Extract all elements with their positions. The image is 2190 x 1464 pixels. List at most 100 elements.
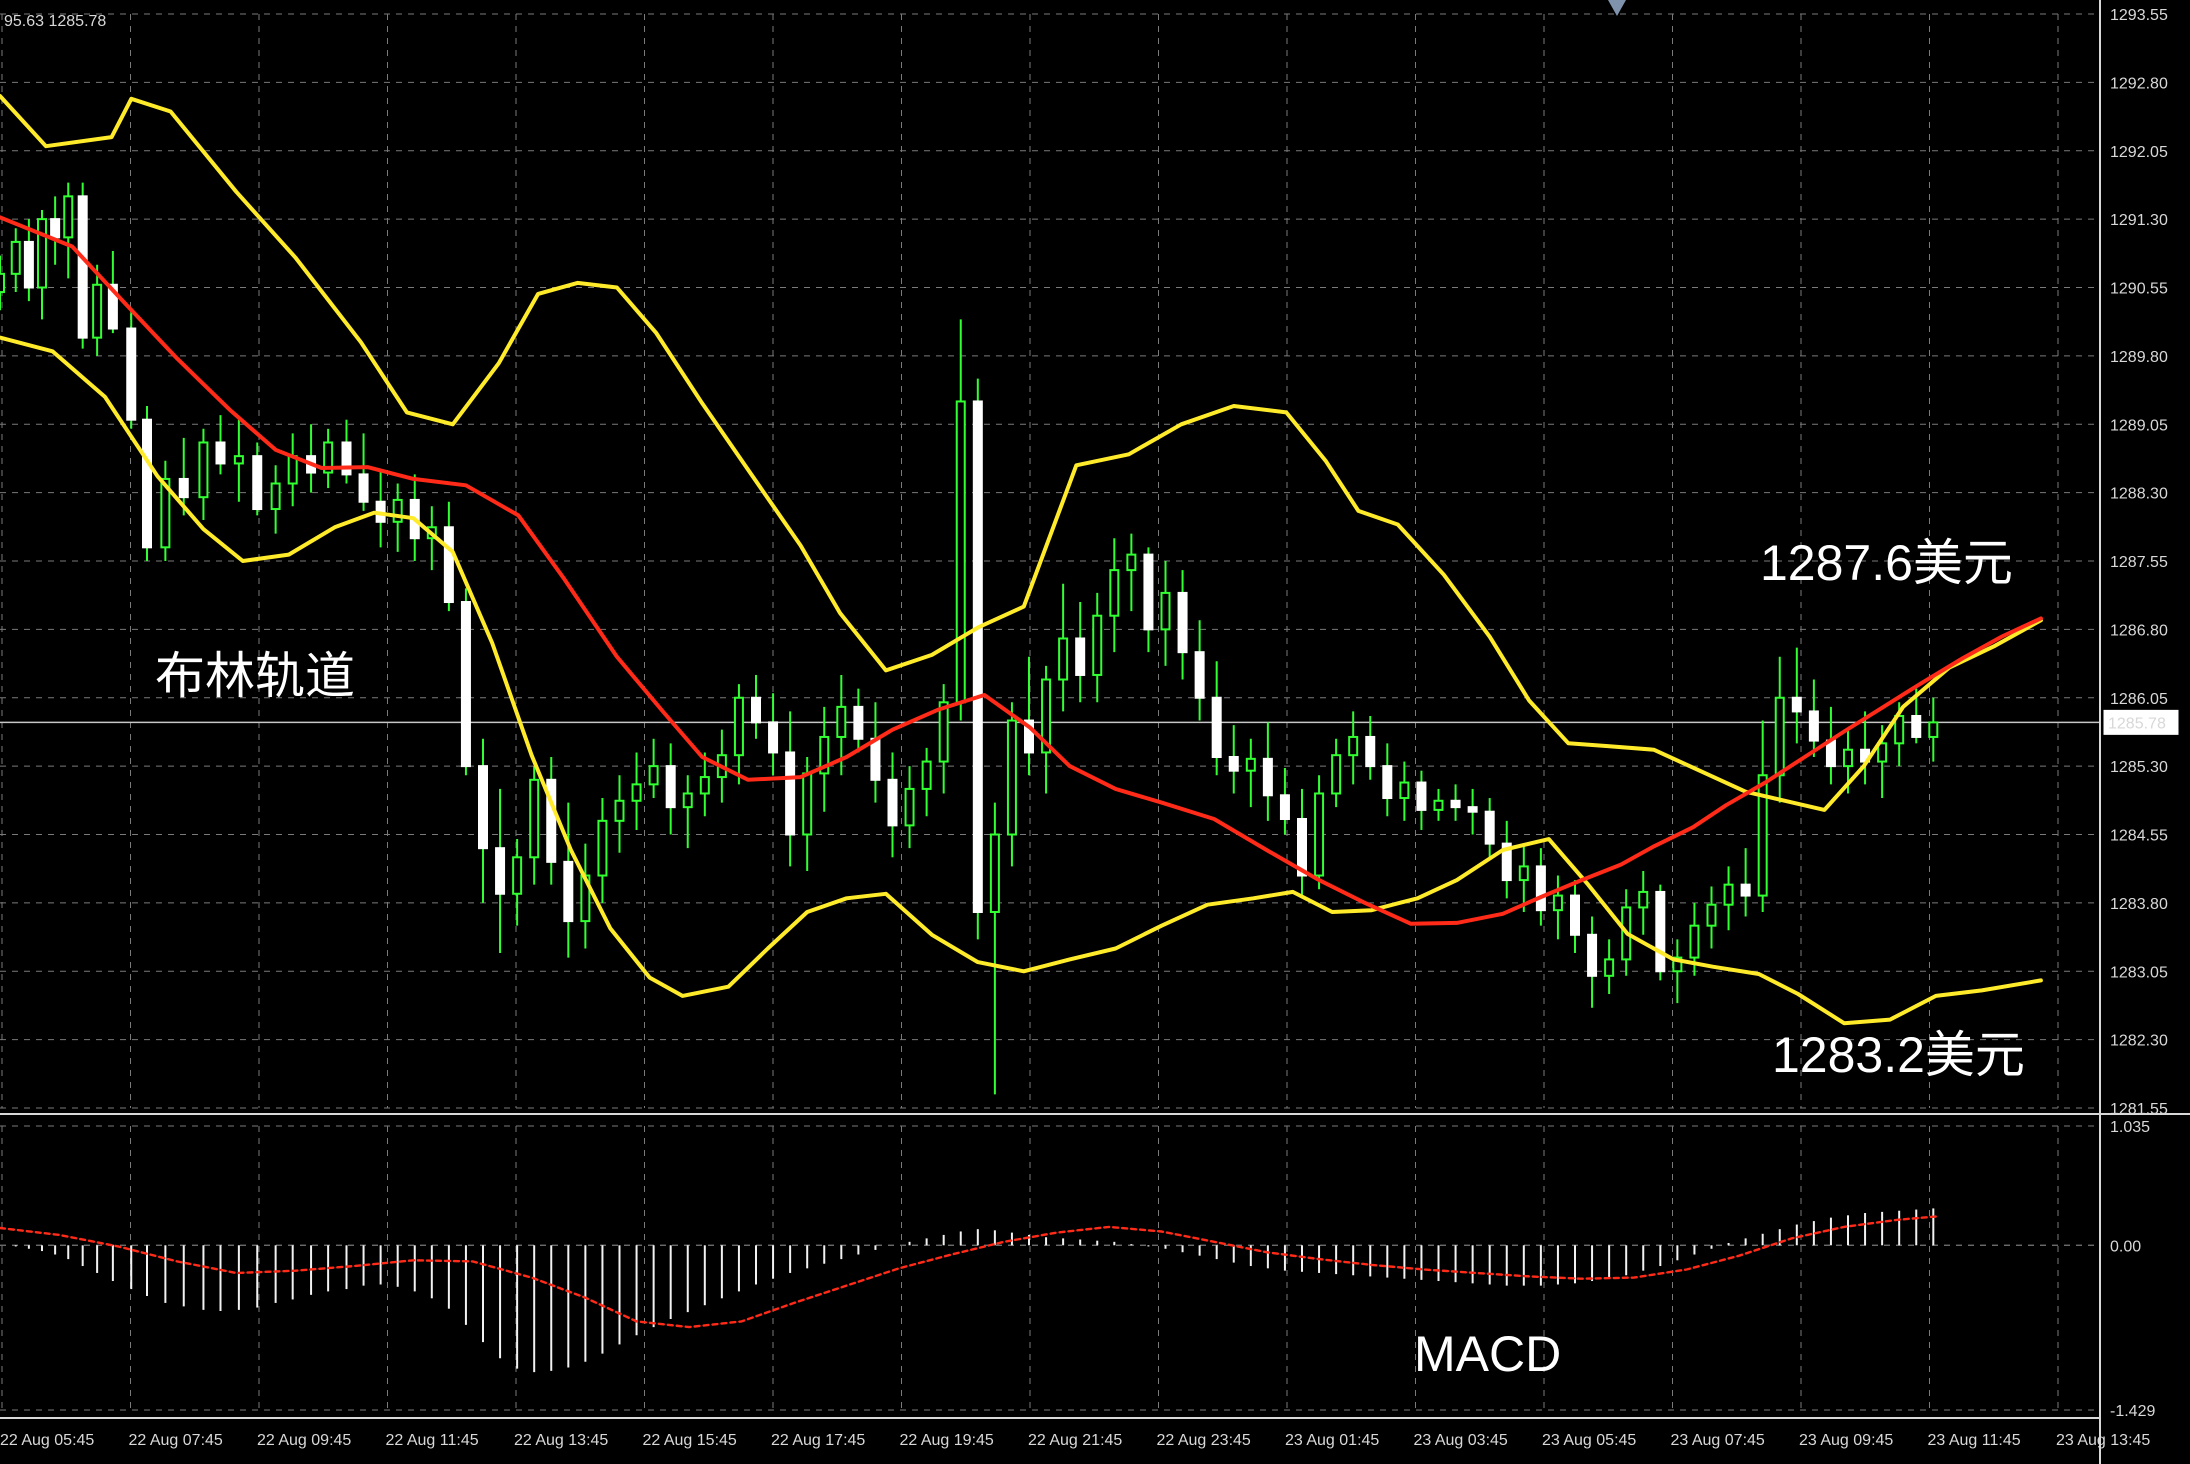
candle-body-14 (215, 441, 226, 465)
candle-body-51 (853, 705, 864, 740)
candle-body-21 (341, 441, 352, 476)
candle-body-37 (614, 799, 625, 822)
candle-body-66 (1109, 569, 1120, 617)
candle-body-93 (1570, 894, 1580, 936)
candle-body-94 (1587, 933, 1598, 977)
candle-body-90 (1518, 865, 1529, 882)
price-tick-label-11: 1285.30 (2110, 759, 2168, 776)
candle-body-9 (126, 327, 137, 421)
price-tick-label-14: 1283.05 (2110, 964, 2168, 981)
candle-body-16 (252, 455, 263, 511)
candle-body-87 (1467, 806, 1478, 813)
candle-body-73 (1228, 756, 1239, 772)
last-price-label: 1285.78 (2108, 715, 2166, 732)
price-tick-label-9: 1286.80 (2110, 622, 2168, 639)
candle-body-39 (648, 765, 659, 786)
candle-body-91 (1535, 865, 1546, 912)
price-tick-label-1: 1292.80 (2110, 75, 2168, 92)
price-tick-label-5: 1289.80 (2110, 349, 2168, 366)
macd-tick-label-2: -1.429 (2110, 1403, 2155, 1420)
candle-body-95 (1604, 958, 1615, 977)
candle-body-88 (1484, 810, 1495, 845)
candle-body-70 (1177, 591, 1188, 654)
candle-body-18 (287, 455, 298, 485)
price-tick-label-12: 1284.55 (2110, 828, 2168, 845)
candle-body-65 (1092, 614, 1103, 676)
candle-body-105 (1774, 696, 1785, 777)
price-tick-label-10: 1286.05 (2110, 691, 2168, 708)
candle-body-63 (1058, 637, 1069, 681)
top-label: 95.63 1285.78 (4, 13, 106, 30)
macd-label: MACD (1414, 1326, 1561, 1382)
time-tick-label-4: 22 Aug 13:45 (514, 1432, 608, 1449)
time-tick-label-8: 22 Aug 21:45 (1028, 1432, 1122, 1449)
time-tick-label-9: 22 Aug 23:45 (1157, 1432, 1251, 1449)
time-tick-label-11: 23 Aug 03:45 (1414, 1432, 1508, 1449)
trading-chart: 1285.78 95.63 1285.78 布林轨道 1287.6美元 1283… (0, 0, 2190, 1464)
candle-body-92 (1552, 894, 1563, 912)
candle-body-54 (904, 787, 915, 827)
price-tick-label-7: 1288.30 (2110, 486, 2168, 503)
candle-body-36 (597, 819, 608, 877)
time-tick-label-15: 23 Aug 11:45 (1928, 1432, 2021, 1449)
price-tick-label-2: 1292.05 (2110, 144, 2168, 161)
time-tick-label-3: 22 Aug 11:45 (386, 1432, 479, 1449)
candle-body-48 (802, 772, 813, 836)
candle-body-1 (10, 240, 21, 275)
candle-body-114 (1928, 721, 1939, 738)
candle-body-32 (529, 778, 540, 859)
upper-target-label: 1287.6美元 (1760, 535, 2013, 591)
candle-body-106 (1791, 696, 1802, 713)
candle-body-108 (1825, 739, 1836, 768)
candle-body-71 (1194, 651, 1205, 699)
candle-body-15 (233, 455, 244, 465)
candle-body-41 (682, 792, 693, 809)
candle-body-72 (1211, 696, 1222, 759)
price-tick-label-3: 1291.30 (2110, 212, 2168, 229)
candle-body-100 (1689, 924, 1700, 959)
candle-body-52 (870, 737, 881, 781)
candle-body-27 (443, 526, 454, 604)
candle-body-57 (955, 400, 966, 704)
candle-body-17 (270, 482, 281, 511)
candle-body-58 (972, 400, 983, 913)
candle-body-113 (1911, 714, 1922, 738)
time-tick-label-16: 23 Aug 13:45 (2056, 1432, 2150, 1449)
candle-body-74 (1245, 757, 1256, 772)
candle-body-5 (63, 195, 74, 239)
candle-body-10 (142, 418, 152, 549)
candle-body-56 (938, 701, 949, 763)
candle-body-28 (460, 601, 471, 768)
candle-body-109 (1843, 748, 1853, 768)
candle-body-60 (1006, 719, 1017, 836)
candle-body-103 (1740, 883, 1751, 897)
price-tick-label-4: 1290.55 (2110, 281, 2168, 298)
candle-body-85 (1433, 799, 1444, 811)
price-tick-label-15: 1282.30 (2110, 1033, 2168, 1050)
candle-body-97 (1638, 890, 1649, 909)
bollinger-label: 布林轨道 (155, 648, 355, 704)
time-tick-label-7: 22 Aug 19:45 (900, 1432, 994, 1449)
candle-body-46 (768, 721, 779, 754)
price-tick-label-13: 1283.80 (2110, 896, 2168, 913)
candle-body-78 (1314, 792, 1325, 877)
candle-body-22 (358, 473, 369, 503)
candle-body-30 (495, 847, 506, 895)
candle-body-55 (921, 760, 932, 790)
candle-body-29 (478, 765, 488, 850)
candle-body-101 (1706, 903, 1717, 927)
candle-body-4 (50, 218, 61, 239)
candle-body-13 (198, 441, 209, 499)
candle-body-24 (392, 498, 403, 523)
candle-body-59 (989, 833, 1000, 913)
time-tick-label-13: 23 Aug 07:45 (1671, 1432, 1765, 1449)
price-tick-label-0: 1293.55 (2110, 7, 2168, 24)
candle-body-102 (1723, 883, 1734, 906)
candle-body-31 (512, 856, 523, 895)
candle-body-7 (92, 283, 103, 339)
candle-body-86 (1450, 799, 1461, 809)
candle-body-0 (0, 272, 5, 294)
candle-body-42 (699, 776, 710, 795)
candle-body-64 (1075, 637, 1086, 676)
price-tick-label-6: 1289.05 (2110, 417, 2168, 434)
